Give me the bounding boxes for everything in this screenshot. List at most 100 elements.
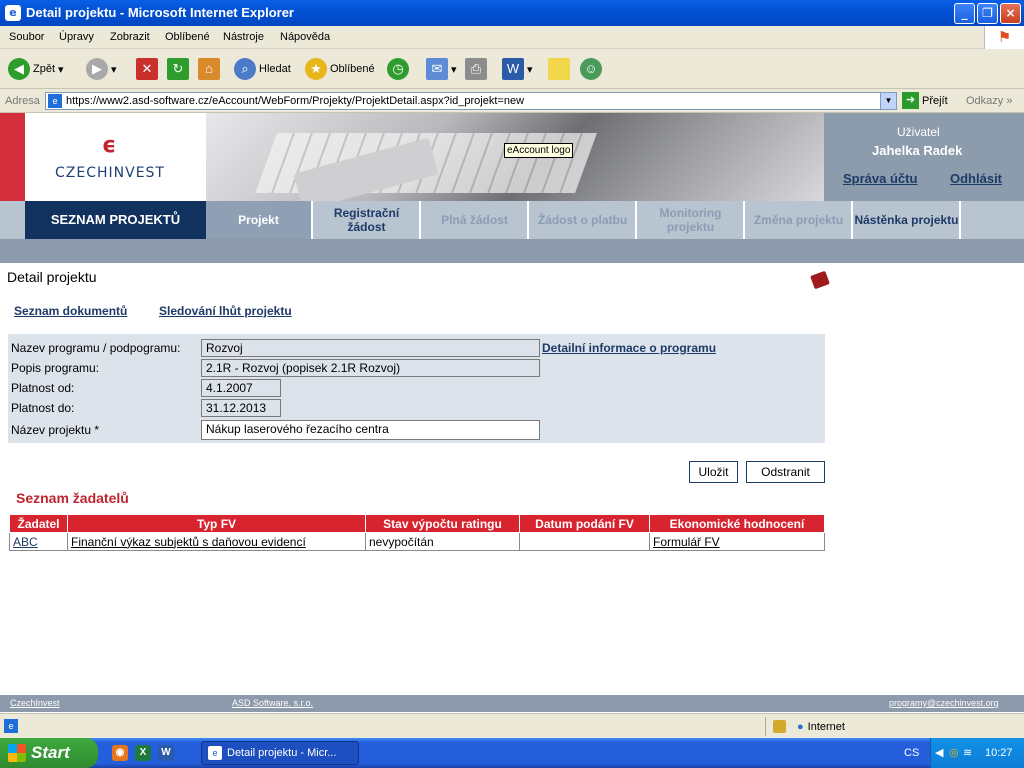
footer-asd-link[interactable]: ASD Software, s.r.o.: [232, 698, 313, 708]
menu-view[interactable]: Zobrazit: [110, 31, 150, 43]
address-dropdown-icon[interactable]: ▼: [880, 93, 896, 109]
tab-full-application: Plná žádost: [422, 201, 529, 239]
logo-tooltip: eAccount logo: [504, 143, 574, 158]
documents-link[interactable]: Seznam dokumentů: [14, 304, 127, 318]
notes-button[interactable]: [548, 57, 570, 81]
program-detail-link[interactable]: Detailní informace o programu: [542, 341, 716, 355]
description-label: Popis programu:: [11, 361, 100, 375]
menu-tools[interactable]: Nástroje: [223, 31, 264, 43]
page-status-icon: e: [4, 719, 18, 733]
nav-strip: [0, 239, 1024, 263]
maximize-button[interactable]: ❐: [977, 3, 998, 24]
delete-button[interactable]: Odstranit: [746, 461, 825, 483]
stop-icon: ✕: [136, 58, 158, 80]
wifi-icon[interactable]: ≋: [963, 746, 972, 759]
windows-flag-icon: ⚑: [984, 26, 1024, 49]
czechinvest-logo[interactable]: ϵ CZECHINVEST: [25, 113, 206, 201]
back-button[interactable]: ◀ Zpět ▾: [8, 57, 64, 81]
save-button[interactable]: Uložit: [689, 461, 738, 483]
help-book-icon[interactable]: [810, 270, 830, 290]
tab-project-board[interactable]: Nástěnka projektu: [854, 201, 961, 239]
project-name-input[interactable]: Nákup laserového řezacího centra: [201, 420, 540, 440]
valid-from-field: 4.1.2007: [201, 379, 281, 397]
mail-button[interactable]: ✉ ▾: [426, 57, 457, 81]
deadlines-link[interactable]: Sledování lhůt projektu: [159, 304, 292, 318]
page-content: ϵ CZECHINVEST eAccount logo Uživatel Jah…: [0, 113, 1024, 713]
quicklaunch-excel-icon[interactable]: X: [135, 745, 151, 761]
footer-czechinvest-link[interactable]: CzechInvest: [10, 698, 60, 708]
word-icon: W: [502, 58, 524, 80]
project-list-button[interactable]: SEZNAM PROJEKTŮ: [25, 201, 206, 239]
applicant-link[interactable]: ABC: [9, 532, 68, 551]
language-indicator[interactable]: CS: [904, 747, 919, 759]
user-label: Uživatel: [897, 125, 940, 139]
tab-monitoring: Monitoring projektu: [638, 201, 745, 239]
valid-to-field: 31.12.2013: [201, 399, 281, 417]
address-url: https://www2.asd-software.cz/eAccount/We…: [66, 95, 525, 107]
tab-registration[interactable]: Registrační žádost: [314, 201, 421, 239]
quicklaunch-word-icon[interactable]: W: [158, 745, 174, 761]
home-icon: ⌂: [198, 58, 220, 80]
stop-button[interactable]: ✕: [136, 57, 158, 81]
quicklaunch-browser-icon[interactable]: ◉: [112, 745, 128, 761]
search-button[interactable]: ⌕ Hledat: [234, 57, 291, 81]
address-label: Adresa: [5, 95, 40, 107]
applicants-title: Seznam žadatelů: [16, 490, 129, 506]
table-row: ABC Finanční výkaz subjektů s daňovou ev…: [9, 532, 825, 551]
header-photo: eAccount logo: [206, 113, 824, 201]
project-form: Nazev programu / podpogramu: Rozvoj Deta…: [8, 334, 825, 443]
menu-help[interactable]: Nápověda: [280, 31, 330, 43]
home-button[interactable]: ⌂: [198, 57, 220, 81]
messenger-button[interactable]: ☺: [580, 57, 602, 81]
forward-button[interactable]: ▶ ▾: [86, 57, 117, 81]
project-name-label: Název projektu *: [11, 423, 100, 437]
windows-logo-icon: [8, 744, 26, 762]
menu-favorites[interactable]: Oblíbené: [165, 31, 210, 43]
security-zone: ● Internet: [797, 721, 845, 733]
report-type-link[interactable]: Finanční výkaz subjektů s daňovou eviden…: [67, 532, 366, 551]
edit-word-button[interactable]: W ▾: [502, 57, 533, 81]
go-arrow-icon: ➜: [902, 92, 919, 109]
close-button[interactable]: ×: [1000, 3, 1021, 24]
program-label: Nazev programu / podpogramu:: [11, 341, 181, 355]
footer-email-link[interactable]: programy@czechinvest.org: [889, 698, 999, 708]
tab-payment-request: Žádost o platbu: [530, 201, 637, 239]
site-header: ϵ CZECHINVEST eAccount logo Uživatel Jah…: [0, 113, 1024, 201]
tray-arrow-icon[interactable]: ◀: [935, 746, 943, 759]
favorites-button[interactable]: ★ Oblíbené: [305, 57, 375, 81]
refresh-button[interactable]: ↻: [167, 57, 189, 81]
account-settings-link[interactable]: Správa účtu: [843, 171, 917, 186]
rating-status-cell: nevypočítán: [365, 532, 520, 551]
applicants-table: Žadatel Typ FV Stav výpočtu ratingu Datu…: [9, 514, 825, 551]
menu-edit[interactable]: Úpravy: [59, 31, 94, 43]
col-economic-eval: Ekonomické hodnocení: [649, 514, 825, 533]
logout-link[interactable]: Odhlásit: [950, 171, 1002, 186]
logo-wordmark: CZECHINVEST: [55, 165, 165, 181]
go-button[interactable]: ➜ Přejít: [902, 92, 948, 109]
mail-icon: ✉: [426, 58, 448, 80]
menu-file[interactable]: Soubor: [9, 31, 44, 43]
print-button[interactable]: ⎙: [465, 57, 487, 81]
tab-project-change: Změna projektu: [746, 201, 853, 239]
tab-project[interactable]: Projekt: [206, 201, 313, 239]
ie-icon: e: [5, 5, 21, 21]
links-toolbar[interactable]: Odkazy »: [966, 95, 1012, 107]
history-icon: ◷: [387, 58, 409, 80]
taskbar-window-button[interactable]: e Detail projektu - Micr...: [201, 741, 359, 765]
address-input[interactable]: e https://www2.asd-software.cz/eAccount/…: [45, 92, 897, 110]
start-button[interactable]: Start: [0, 738, 98, 768]
status-bar: e ● Internet: [0, 713, 1024, 738]
star-icon: ★: [305, 58, 327, 80]
messenger-icon: ☺: [580, 58, 602, 80]
tray-app-icon[interactable]: ◎: [949, 746, 959, 759]
description-field: 2.1R - Rozvoj (popisek 2.1R Rozvoj): [201, 359, 540, 377]
minimize-button[interactable]: _: [954, 3, 975, 24]
form-fv-link[interactable]: Formulář FV: [649, 532, 825, 551]
forward-arrow-icon: ▶: [86, 58, 108, 80]
col-rating-status: Stav výpočtu ratingu: [365, 514, 520, 533]
window-title: Detail projektu - Microsoft Internet Exp…: [26, 5, 294, 20]
valid-to-label: Platnost do:: [11, 401, 75, 415]
refresh-icon: ↻: [167, 58, 189, 80]
logo-mark-icon: ϵ: [102, 133, 117, 158]
history-button[interactable]: ◷: [387, 57, 409, 81]
